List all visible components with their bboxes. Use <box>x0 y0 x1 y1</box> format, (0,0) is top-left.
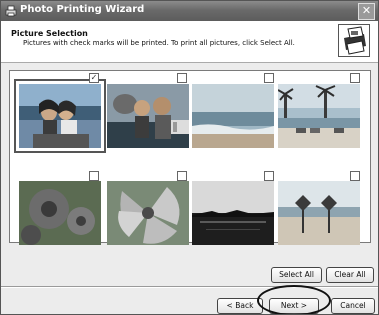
photo-thumbnail-4[interactable] <box>278 84 360 148</box>
photo-beach-waves <box>192 84 274 148</box>
photo-checkbox-5[interactable] <box>89 171 99 181</box>
wizard-content: ✓ Select All Clear All < Back Next > Can… <box>1 63 378 314</box>
close-button[interactable]: ✕ <box>358 3 375 20</box>
photo-people-harbor <box>107 84 189 148</box>
photo-thumbnail-2[interactable] <box>107 84 189 148</box>
photo-gallery[interactable]: ✓ <box>9 70 371 245</box>
photo-two-women <box>19 84 101 148</box>
window-title: Photo Printing Wizard <box>20 4 145 15</box>
photo-sunset-island <box>192 181 274 245</box>
photo-printing-wizard-window: Photo Printing Wizard ✕ Picture Selectio… <box>0 0 379 315</box>
photo-hibiscus-flower <box>107 181 189 245</box>
printer-wizard-icon <box>338 24 370 57</box>
photo-checkbox-4[interactable] <box>350 73 360 83</box>
cancel-button[interactable]: Cancel <box>331 298 375 314</box>
photo-thumbnail-5[interactable] <box>19 181 101 245</box>
photo-checkbox-8[interactable] <box>350 171 360 181</box>
photo-thumbnail-6[interactable] <box>107 181 189 245</box>
title-bar[interactable]: Photo Printing Wizard ✕ <box>1 1 378 21</box>
photo-checkbox-7[interactable] <box>264 171 274 181</box>
photo-thumbnail-1[interactable] <box>14 79 106 153</box>
select-all-button[interactable]: Select All <box>271 267 322 283</box>
photo-beach-resort <box>278 84 360 148</box>
next-button[interactable]: Next > <box>269 298 319 314</box>
photo-checkbox-6[interactable] <box>177 171 187 181</box>
photo-checkbox-3[interactable] <box>264 73 274 83</box>
photo-checkbox-1[interactable]: ✓ <box>89 73 99 83</box>
wizard-header: Picture Selection Pictures with check ma… <box>1 21 378 63</box>
page-title: Picture Selection <box>11 29 88 38</box>
photo-thumbnail-8[interactable] <box>278 181 360 245</box>
separator-highlight <box>1 287 378 288</box>
photo-red-flowers <box>19 181 101 245</box>
photo-beach-signs <box>278 181 360 245</box>
photo-checkbox-2[interactable] <box>177 73 187 83</box>
back-button[interactable]: < Back <box>217 298 263 314</box>
photo-thumbnail-7[interactable] <box>192 181 274 245</box>
clear-all-button[interactable]: Clear All <box>326 267 374 283</box>
printer-app-icon <box>5 5 17 17</box>
photo-thumbnail-3[interactable] <box>192 84 274 148</box>
page-subtitle: Pictures with check marks will be printe… <box>23 39 295 47</box>
